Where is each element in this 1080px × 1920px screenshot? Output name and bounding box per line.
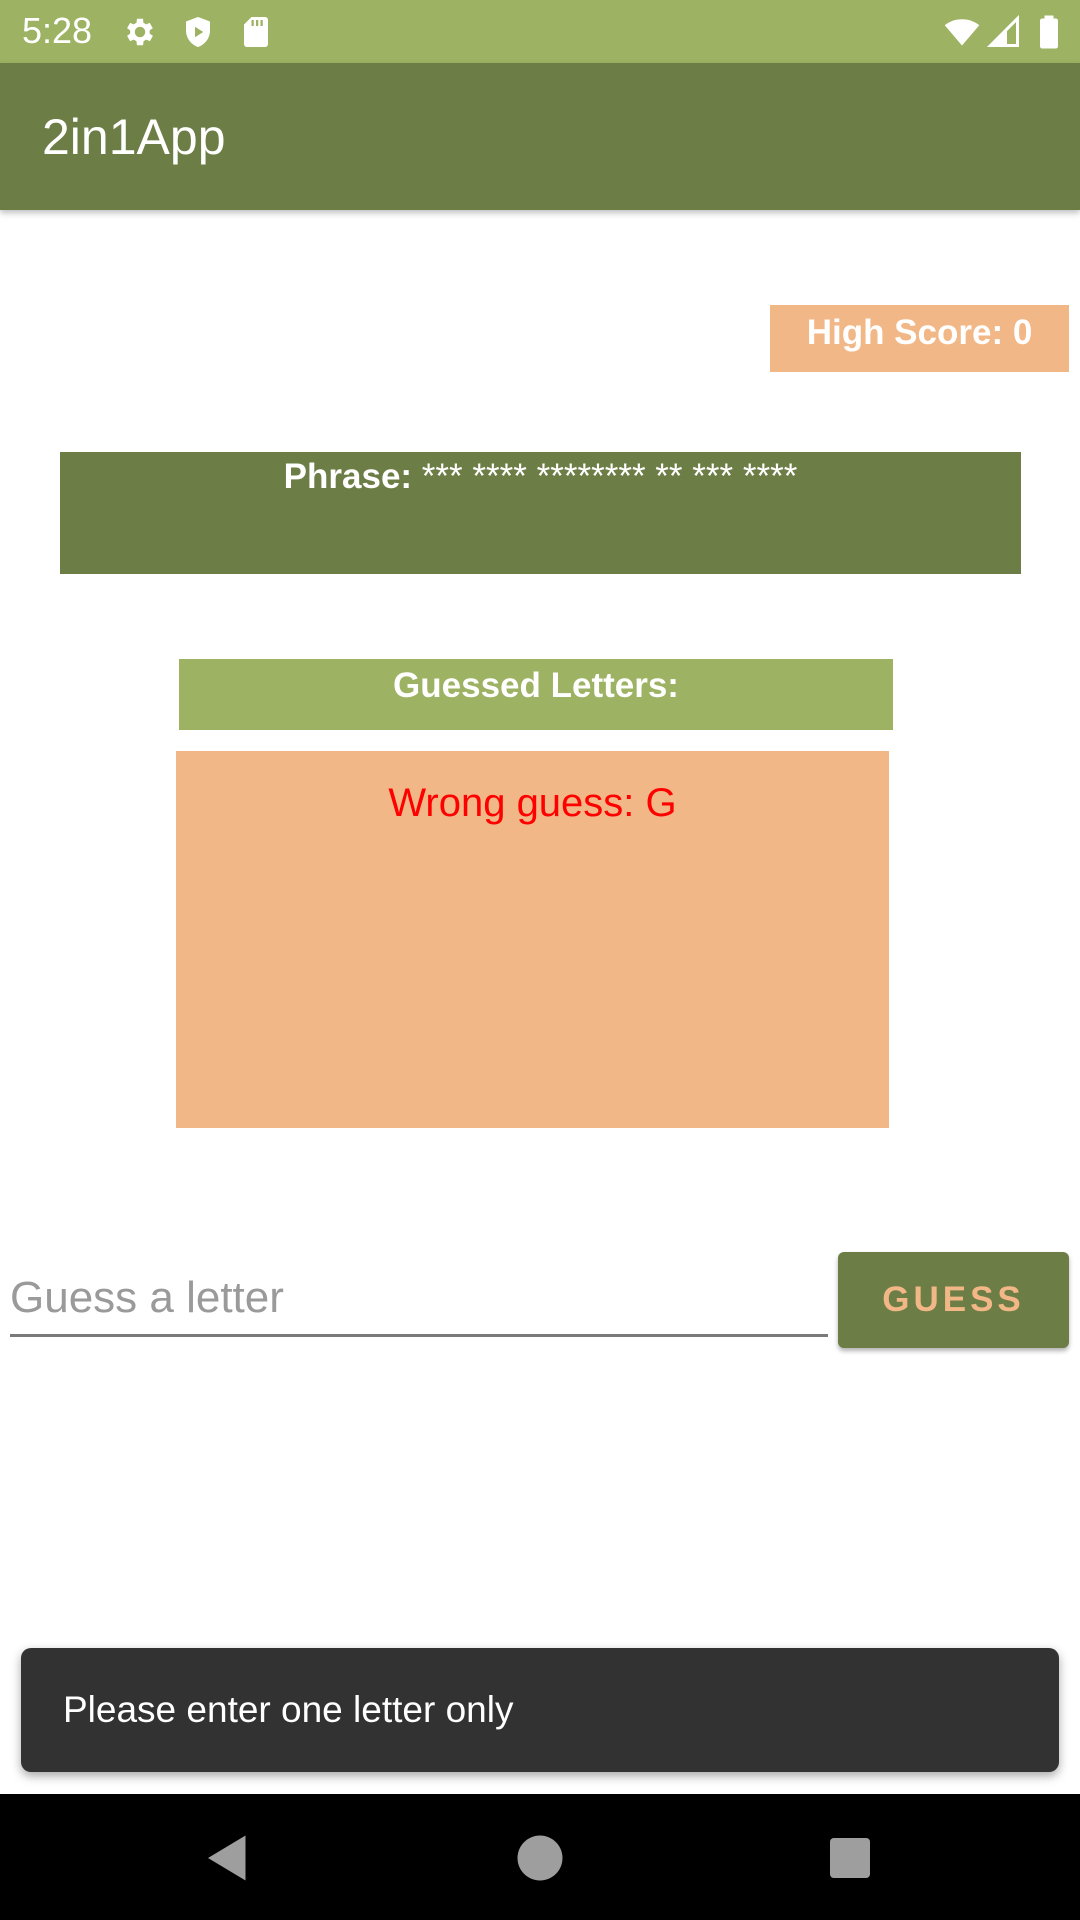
wifi-icon [944, 19, 980, 46]
wrong-guess-text: Wrong guess: G [388, 781, 677, 825]
guess-letter-input[interactable] [10, 1262, 828, 1337]
gear-icon [127, 18, 153, 46]
cell-signal-icon [986, 14, 1019, 47]
navigation-bar [0, 1794, 1080, 1920]
home-icon[interactable] [510, 1828, 570, 1888]
recents-icon[interactable] [820, 1828, 880, 1888]
status-bar: 5:28 [0, 0, 1080, 63]
battery-icon [1040, 15, 1058, 49]
guess-button[interactable]: GUESS [838, 1252, 1069, 1348]
sd-card-icon [244, 17, 268, 47]
toast: Please enter one letter only [21, 1648, 1059, 1772]
guessed-letters-panel: Wrong guess: G [176, 751, 889, 1128]
high-score-label: High Score: 0 [770, 305, 1069, 372]
phrase-label: Phrase: [283, 457, 413, 496]
shield-icon [186, 17, 210, 47]
app-bar: 2in1App [0, 63, 1080, 210]
back-icon[interactable] [198, 1828, 258, 1888]
toast-message: Please enter one letter only [63, 1689, 514, 1730]
app-title: 2in1App [42, 109, 226, 165]
guessed-letters-header: Guessed Letters: [179, 659, 893, 730]
phrase-value: *** **** ******** ** *** **** [412, 457, 798, 496]
status-time: 5:28 [22, 10, 93, 51]
phrase-box: Phrase: *** **** ******** ** *** **** [60, 452, 1021, 574]
